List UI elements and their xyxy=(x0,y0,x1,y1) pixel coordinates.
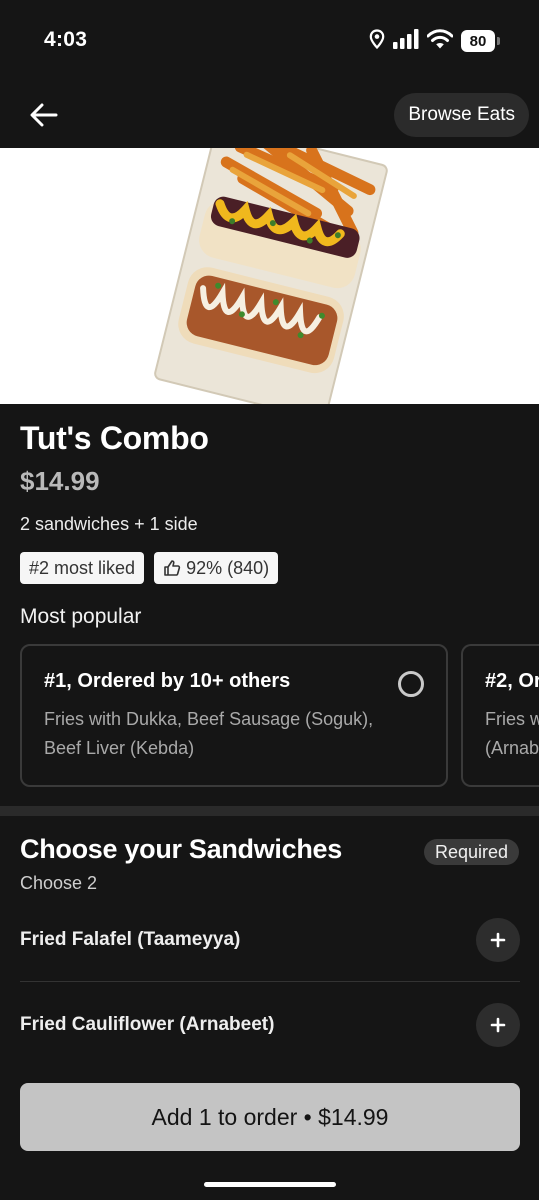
required-badge: Required xyxy=(423,839,519,865)
item-description: 2 sandwiches + 1 side xyxy=(20,514,198,534)
plus-icon xyxy=(490,932,506,948)
option-divider xyxy=(20,981,520,982)
status-time: 4:03 xyxy=(44,28,88,51)
browse-eats-button[interactable]: Browse Eats xyxy=(394,93,529,137)
section-divider xyxy=(0,806,539,816)
add-falafel-button[interactable] xyxy=(476,918,520,962)
most-popular-heading: Most popular xyxy=(20,605,142,628)
back-button[interactable] xyxy=(22,94,66,136)
add-to-order-button[interactable]: Add 1 to order • $14.99 xyxy=(20,1083,520,1151)
thumbs-up-icon xyxy=(164,560,181,576)
popular-combo-card[interactable]: #1, Ordered by 10+ others Fries with Duk… xyxy=(20,644,448,787)
wifi-icon xyxy=(426,28,454,54)
item-tags: #2 most liked 92% (840) xyxy=(20,552,279,584)
option-label: Fried Falafel (Taameyya) xyxy=(20,929,241,950)
item-hero-image xyxy=(0,148,539,404)
option-label: Fried Cauliflower (Arnabeet) xyxy=(20,1014,275,1035)
sandwich-section-subtitle: Choose 2 xyxy=(20,873,98,893)
status-bar: 4:03 80 xyxy=(0,0,539,80)
location-icon xyxy=(369,28,385,54)
popular-combo-details: Fries with Dukka, Beef Sausage (Soguk), … xyxy=(44,705,424,763)
popular-combo-line: (Arnabeet) xyxy=(485,738,539,758)
rating-tag-label: 92% (840) xyxy=(186,557,270,578)
popular-combo-title: #2, Ordered by 10+ others xyxy=(485,670,539,692)
item-detail-screen: 4:03 80 Browse Eats Tut's Combo $14.99 2… xyxy=(0,0,539,1200)
popular-combo-line: Beef Liver (Kebda) xyxy=(44,738,195,758)
arrow-left-icon xyxy=(30,103,58,127)
rating-tag: 92% (840) xyxy=(154,552,279,584)
sandwich-option-cauliflower[interactable]: Fried Cauliflower (Arnabeet) xyxy=(20,983,520,1067)
popular-combo-details: Fries with Dukka, (Arnabeet) xyxy=(485,705,539,763)
home-indicator[interactable] xyxy=(204,1182,336,1187)
sandwich-option-falafel[interactable]: Fried Falafel (Taameyya) xyxy=(20,898,520,982)
sandwich-section-title: Choose your Sandwiches xyxy=(20,834,342,864)
battery-indicator: 80 xyxy=(461,30,500,52)
popular-combo-line: Fries with Dukka, xyxy=(485,709,539,729)
item-price: $14.99 xyxy=(20,466,100,496)
popular-combo-radio[interactable] xyxy=(398,671,424,697)
status-icons: 80 xyxy=(369,28,500,54)
popular-combo-card[interactable]: #2, Ordered by 10+ others Fries with Duk… xyxy=(461,644,539,787)
popular-combo-title: #1, Ordered by 10+ others xyxy=(44,670,291,692)
add-cauliflower-button[interactable] xyxy=(476,1003,520,1047)
popular-combo-line: Fries with Dukka, Beef Sausage (Soguk), xyxy=(44,709,374,729)
item-title: Tut's Combo xyxy=(20,420,209,456)
most-popular-carousel[interactable]: #1, Ordered by 10+ others Fries with Duk… xyxy=(20,644,539,788)
plus-icon xyxy=(490,1017,506,1033)
cellular-signal-icon xyxy=(393,28,419,54)
rank-tag-label: #2 most liked xyxy=(29,557,136,578)
rank-tag: #2 most liked xyxy=(20,552,145,584)
